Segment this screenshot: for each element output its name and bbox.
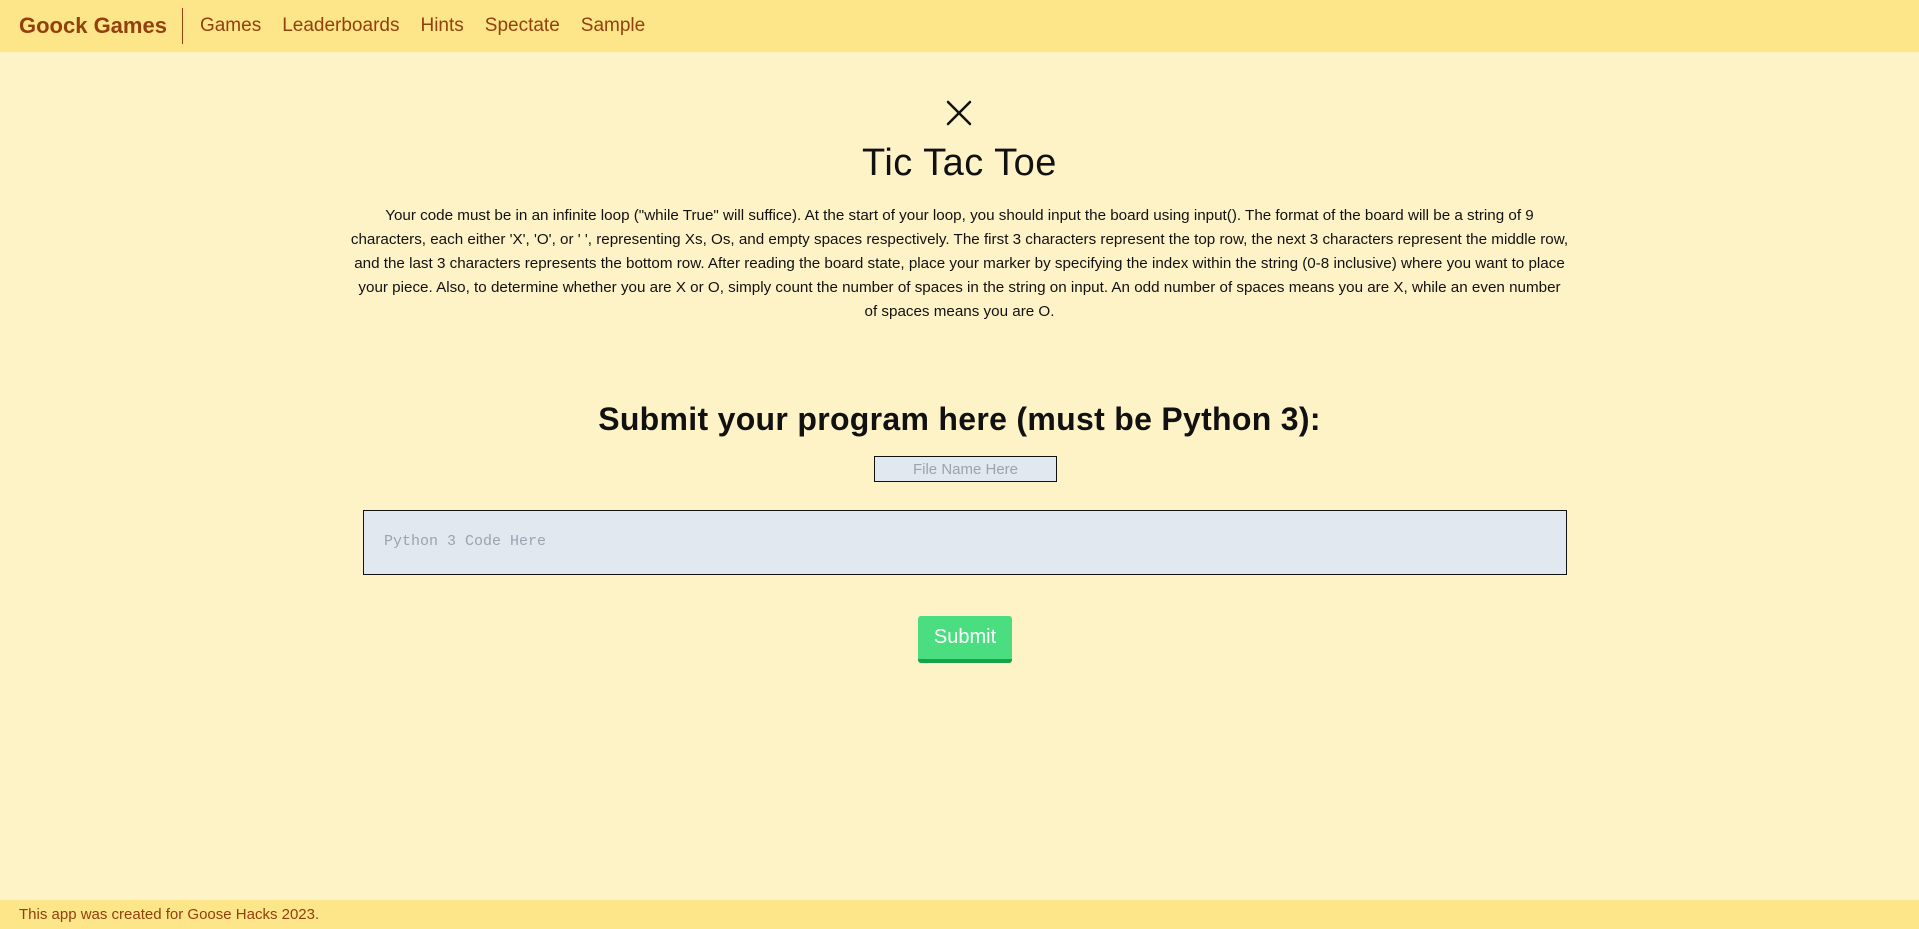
file-name-input[interactable] xyxy=(874,456,1057,482)
submit-button[interactable]: Submit xyxy=(918,616,1012,663)
game-description: Your code must be in an infinite loop ("… xyxy=(350,207,1569,320)
brand-link[interactable]: Goock Games xyxy=(19,8,183,44)
main-content: Tic Tac Toe Your code must be in an infi… xyxy=(0,52,1919,900)
code-input[interactable] xyxy=(363,510,1567,575)
submission-heading: Submit your program here (must be Python… xyxy=(598,401,1321,437)
top-navbar: Goock Games Games Leaderboards Hints Spe… xyxy=(0,0,1919,52)
game-title: Tic Tac Toe xyxy=(862,142,1057,184)
footer-text: This app was created for Goose Hacks 202… xyxy=(19,906,320,923)
nav-link-leaderboards[interactable]: Leaderboards xyxy=(282,15,399,37)
nav-link-games[interactable]: Games xyxy=(200,15,261,37)
nav-link-hints[interactable]: Hints xyxy=(420,15,463,37)
x-mark-icon xyxy=(946,100,972,126)
nav-link-spectate[interactable]: Spectate xyxy=(485,15,560,37)
nav-links: Games Leaderboards Hints Spectate Sample xyxy=(200,15,666,37)
nav-link-sample[interactable]: Sample xyxy=(581,15,645,37)
footer: This app was created for Goose Hacks 202… xyxy=(0,900,1919,929)
